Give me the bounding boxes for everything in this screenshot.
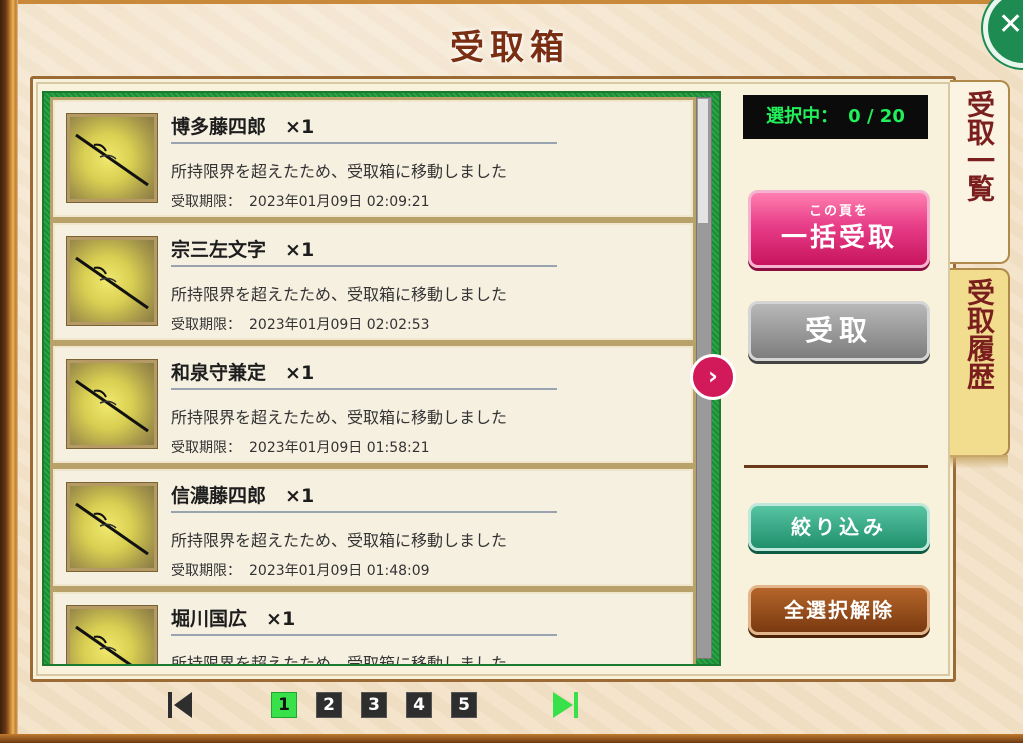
list-item[interactable]: 和泉守兼定 ×1 所持限界を超えたため、受取箱に移動しました 受取期限： 2023… bbox=[50, 343, 696, 466]
item-name: 博多藤四郎 ×1 bbox=[171, 116, 315, 138]
last-page-icon[interactable] bbox=[551, 690, 581, 720]
first-page-icon[interactable] bbox=[166, 690, 194, 720]
pagination: 1 2 3 4 5 bbox=[0, 688, 1023, 722]
item-thumbnail bbox=[67, 606, 157, 664]
frame-bottom bbox=[0, 734, 1023, 743]
tab-receive-list[interactable]: 受取一覧 bbox=[950, 80, 1010, 264]
item-expiry: 受取期限： 2023年01月09日 02:02:53 bbox=[171, 317, 430, 333]
list-item[interactable]: 堀川国広 ×1 所持限界を超えたため、受取箱に移動しました bbox=[50, 589, 696, 666]
list-item[interactable]: 信濃藤四郎 ×1 所持限界を超えたため、受取箱に移動しました 受取期限： 2023… bbox=[50, 466, 696, 589]
item-name: 堀川国広 ×1 bbox=[171, 608, 296, 630]
item-expiry: 受取期限： 2023年01月09日 01:48:09 bbox=[171, 563, 430, 579]
item-name: 宗三左文字 ×1 bbox=[171, 239, 315, 261]
katana-icon bbox=[75, 625, 132, 664]
item-list[interactable]: 博多藤四郎 ×1 所持限界を超えたため、受取箱に移動しました 受取期限： 2023… bbox=[42, 91, 721, 666]
page-button-2[interactable]: 2 bbox=[316, 692, 342, 718]
item-message: 所持限界を超えたため、受取箱に移動しました bbox=[171, 162, 508, 181]
bulk-receive-label: 一括受取 bbox=[780, 223, 897, 253]
page-button-1[interactable]: 1 bbox=[271, 692, 297, 718]
page-button-4[interactable]: 4 bbox=[406, 692, 432, 718]
tab-label: 受取一覧 bbox=[963, 90, 996, 202]
item-divider bbox=[171, 634, 557, 636]
receive-button[interactable]: 受取 bbox=[748, 301, 930, 361]
katana-icon bbox=[75, 502, 149, 556]
tab-label: 受取履歴 bbox=[963, 278, 996, 390]
item-expiry: 受取期限： 2023年01月09日 01:58:21 bbox=[171, 440, 430, 456]
close-icon: ✕ bbox=[998, 7, 1023, 42]
item-divider bbox=[171, 388, 557, 390]
item-name: 和泉守兼定 ×1 bbox=[171, 362, 315, 384]
item-divider bbox=[171, 265, 557, 267]
chevron-right-icon[interactable]: › bbox=[690, 354, 736, 400]
filter-button[interactable]: 絞り込み bbox=[748, 503, 930, 551]
item-thumbnail bbox=[67, 483, 157, 571]
page-button-5[interactable]: 5 bbox=[451, 692, 477, 718]
item-divider bbox=[171, 142, 557, 144]
deselect-all-button[interactable]: 全選択解除 bbox=[748, 585, 930, 635]
item-expiry: 受取期限： 2023年01月09日 02:09:21 bbox=[171, 194, 430, 210]
item-name: 信濃藤四郎 ×1 bbox=[171, 485, 315, 507]
item-thumbnail bbox=[67, 114, 157, 202]
scrollbar-thumb[interactable] bbox=[698, 99, 708, 223]
katana-icon bbox=[75, 379, 149, 433]
item-thumbnail bbox=[67, 237, 157, 325]
item-divider bbox=[171, 511, 557, 513]
katana-icon bbox=[75, 256, 149, 310]
page-button-3[interactable]: 3 bbox=[361, 692, 387, 718]
bulk-receive-button[interactable]: この頁を 一括受取 bbox=[748, 190, 930, 268]
list-item[interactable]: 博多藤四郎 ×1 所持限界を超えたため、受取箱に移動しました 受取期限： 2023… bbox=[50, 97, 696, 220]
katana-icon bbox=[75, 133, 149, 187]
item-message: 所持限界を超えたため、受取箱に移動しました bbox=[171, 531, 508, 550]
page-title: 受取箱 bbox=[450, 28, 570, 68]
tab-receive-history[interactable]: 受取履歴 bbox=[950, 268, 1010, 469]
item-message: 所持限界を超えたため、受取箱に移動しました bbox=[171, 408, 508, 427]
list-item[interactable]: 宗三左文字 ×1 所持限界を超えたため、受取箱に移動しました 受取期限： 2023… bbox=[50, 220, 696, 343]
item-message: 所持限界を超えたため、受取箱に移動しました bbox=[171, 285, 508, 304]
item-message: 所持限界を超えたため、受取箱に移動しました bbox=[171, 654, 508, 666]
side-divider bbox=[744, 465, 928, 468]
selection-counter: 選択中： 0 / 20 bbox=[743, 95, 928, 139]
item-thumbnail bbox=[67, 360, 157, 448]
